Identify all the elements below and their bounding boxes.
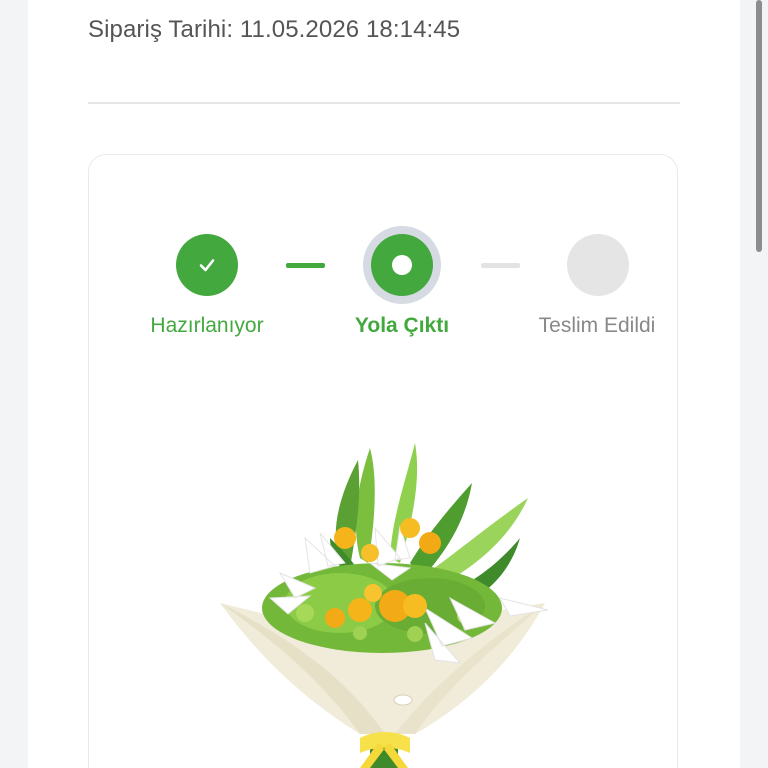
step-connector-pending (481, 263, 520, 268)
bouquet-icon (220, 443, 549, 768)
step-label-shipped: Yola Çıktı (354, 314, 450, 337)
scrollbar-thumb[interactable] (756, 0, 762, 252)
step-pending-circle (567, 234, 629, 296)
step-completed-circle (176, 234, 238, 296)
step-label-preparing: Hazırlanıyor (150, 314, 264, 337)
step-connector-completed (286, 263, 325, 268)
order-tracking-screen: Sipariş Tarihi: 11.05.2026 18:14:45 Hazı… (0, 0, 768, 768)
divider (88, 102, 680, 104)
order-date: Sipariş Tarihi: 11.05.2026 18:14:45 (88, 16, 461, 43)
dot-icon (392, 255, 412, 275)
step-label-delivered: Teslim Edildi (538, 314, 656, 337)
check-icon (199, 259, 215, 272)
